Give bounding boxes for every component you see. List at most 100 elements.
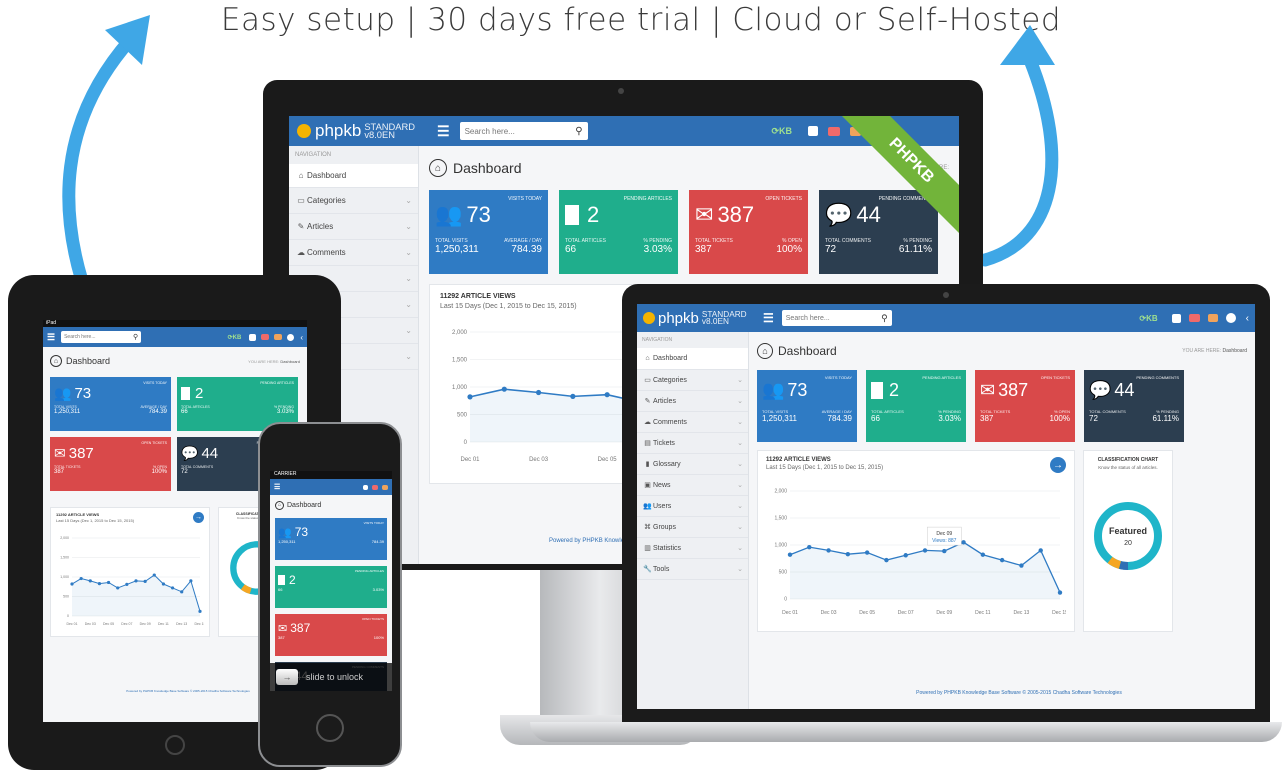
tile-label: PENDING COMMENTS xyxy=(878,196,932,202)
chevron-left-icon[interactable]: ‹ xyxy=(300,333,303,342)
tile-visits[interactable]: VISITS TODAY 👥 73 1,250,311 784.39 xyxy=(275,518,387,560)
sidebar-item-statistics[interactable]: ▥ Statistics ⌄ xyxy=(637,538,748,559)
sidebar-item-tools[interactable]: 🔧 Tools ⌄ xyxy=(637,559,748,580)
search-input[interactable]: Search here... ⚲ xyxy=(61,331,142,343)
breadcrumb: YOU ARE HERE: Dashboard xyxy=(1182,348,1247,354)
y-tick-label: 1,500 xyxy=(774,516,787,522)
alert-icon[interactable] xyxy=(249,333,257,341)
search-icon[interactable]: ⚲ xyxy=(575,126,582,137)
alert-icon[interactable] xyxy=(1171,313,1181,323)
donut-segment-orange xyxy=(240,584,252,594)
avatar[interactable] xyxy=(287,333,295,341)
data-point xyxy=(106,580,111,585)
tile-pending-articles[interactable]: PENDING ARTICLES 2 TOTAL ARTICLES % PENDI… xyxy=(866,370,966,442)
tile-open-tickets[interactable]: OPEN TICKETS ✉ 387 387 100% xyxy=(275,614,387,656)
mail-icon[interactable] xyxy=(372,484,378,490)
tile-open-tickets[interactable]: OPEN TICKETS ✉ 387 TOTAL TICKETS% OPEN 38… xyxy=(50,437,171,491)
search-input[interactable]: Search here... ⚲ xyxy=(781,310,892,326)
headline: Easy setup | 30 days free trial | Cloud … xyxy=(220,2,1062,38)
menu-icon[interactable]: ☰ xyxy=(437,123,450,140)
brand-version: STANDARD v8.0EN xyxy=(701,310,747,326)
tile-pending-articles[interactable]: PENDING ARTICLES 2 TOTAL ARTICLES % PENDI… xyxy=(559,190,678,274)
tile-sub-value: 387 xyxy=(695,244,712,255)
tile-sub-label: AVERAGE / DAY xyxy=(821,409,852,414)
tile-sub-label: AVERAGE / DAY xyxy=(140,405,167,409)
views-panel-subtitle: Last 15 Days (Dec 1, 2015 to Dec 15, 201… xyxy=(766,465,884,471)
arrow-right-circle-icon[interactable]: → xyxy=(193,512,204,523)
sidebar-item-articles[interactable]: ✎ Articles ⌄ xyxy=(637,391,748,412)
data-point xyxy=(1019,563,1024,568)
sidebar-item-articles[interactable]: ✎ Articles ⌄ xyxy=(289,214,418,240)
sidebar-item-categories[interactable]: ▭ Categories ⌄ xyxy=(637,370,748,391)
tile-sub-value: 66 xyxy=(278,587,283,592)
breadcrumb-prefix: YOU ARE HERE: xyxy=(248,358,280,364)
top-icons xyxy=(363,484,388,490)
home-button[interactable] xyxy=(165,735,185,755)
chevron-left-icon[interactable]: ‹ xyxy=(1246,313,1249,324)
comments-icon: 💬 xyxy=(825,202,853,227)
tile-value: 44 xyxy=(201,445,219,462)
tile-open-tickets[interactable]: OPEN TICKETS ✉ 387 TOTAL TICKETS% OPEN 38… xyxy=(689,190,808,274)
kb-button[interactable]: ⟳KB xyxy=(771,126,792,137)
message-icon[interactable] xyxy=(1207,314,1218,322)
alert-icon[interactable] xyxy=(808,126,818,136)
menu-icon[interactable]: ☰ xyxy=(274,483,280,491)
users-icon: 👥 xyxy=(762,380,785,400)
groups-icon: ⌘ xyxy=(644,524,651,531)
sidebar-item-glossary[interactable]: ▮ Glossary ⌄ xyxy=(637,454,748,475)
y-tick-label: 2,000 xyxy=(60,536,69,540)
users-icon: 👥 xyxy=(435,202,463,227)
brand-logo[interactable]: phpkb STANDARD v8.0EN xyxy=(643,310,755,327)
arrow-right-circle-icon[interactable]: → xyxy=(1050,457,1066,473)
kb-button[interactable]: ⟳KB xyxy=(1139,314,1157,323)
tile-pending-comments[interactable]: PENDING COMMENTS 💬44 TOTAL COMMENTS % PEN… xyxy=(819,190,938,274)
curved-arrow-left-icon xyxy=(62,15,150,310)
search-input[interactable]: Search here... ⚲ xyxy=(459,122,588,140)
tile-label: VISITS TODAY xyxy=(508,196,542,202)
sidebar-item-label: Articles xyxy=(653,397,676,405)
tile-label: PENDING ARTICLES xyxy=(623,196,672,202)
tile-pending-articles[interactable]: PENDING ARTICLES 2 66 3.03% xyxy=(275,566,387,608)
y-tick-label: 0 xyxy=(784,597,787,603)
sidebar-item-tickets[interactable]: ▤ Tickets ⌄ xyxy=(637,433,748,454)
logo-icon xyxy=(297,124,311,138)
mail-icon[interactable] xyxy=(1188,314,1200,322)
sidebar-item-dashboard[interactable]: ⌂ Dashboard xyxy=(289,164,418,188)
tile-sub-value: 387 xyxy=(278,635,285,640)
sidebar-item-users[interactable]: 👥 Users ⌄ xyxy=(637,496,748,517)
tile-pending-comments[interactable]: PENDING COMMENTS 💬44 TOTAL COMMENTS % PEN… xyxy=(1084,370,1184,442)
alert-icon[interactable] xyxy=(363,484,368,490)
tile-value: 387 xyxy=(290,621,311,635)
y-tick-label: 2,000 xyxy=(774,489,787,495)
data-point xyxy=(604,392,610,398)
mail-icon[interactable] xyxy=(828,126,840,136)
sidebar-item-groups[interactable]: ⌘ Groups ⌄ xyxy=(637,517,748,538)
chevron-down-icon: ⌄ xyxy=(405,274,412,283)
search-icon[interactable]: ⚲ xyxy=(881,313,888,324)
kb-button[interactable]: ⟳KB xyxy=(228,334,242,341)
tile-open-tickets[interactable]: OPEN TICKETS ✉ 387 TOTAL TICKETS% OPEN 38… xyxy=(975,370,1075,442)
menu-icon[interactable]: ☰ xyxy=(763,311,774,325)
curved-arrow-right-icon xyxy=(978,25,1059,267)
sidebar-item-comments[interactable]: ☁ Comments ⌄ xyxy=(637,412,748,433)
tile-visits[interactable]: VISITS TODAY 👥 73 TOTAL VISITS AVERAGE / D… xyxy=(757,370,857,442)
brand-version-number: v8.0EN xyxy=(701,317,729,326)
message-icon[interactable] xyxy=(274,334,283,340)
avatar[interactable] xyxy=(1225,313,1236,323)
phone-home-button[interactable] xyxy=(316,714,344,742)
sidebar-item-news[interactable]: ▣ News ⌄ xyxy=(637,475,748,496)
x-tick-label: Dec 01 xyxy=(460,457,480,463)
lock-slider[interactable]: → slide to unlock xyxy=(270,663,392,691)
tile-sub-value: 66 xyxy=(181,409,188,415)
brand-logo[interactable]: phpkb STANDARD v8.0EN xyxy=(297,121,427,141)
menu-icon[interactable]: ☰ xyxy=(47,332,55,343)
sidebar-item-categories[interactable]: ▭ Categories ⌄ xyxy=(289,188,418,214)
message-icon[interactable] xyxy=(382,484,388,490)
tile-visits[interactable]: VISITS TODAY 👥 73 TOTAL VISITS AVERAGE / D… xyxy=(50,377,171,431)
slider-arrow-icon[interactable]: → xyxy=(276,669,298,685)
sidebar-item-dashboard[interactable]: ⌂ Dashboard xyxy=(637,348,748,370)
search-icon[interactable]: ⚲ xyxy=(133,333,138,341)
sidebar-item-comments[interactable]: ☁ Comments ⌄ xyxy=(289,240,418,266)
tile-visits[interactable]: VISITS TODAY 👥 73 TOTAL VISITS AVERAGE / D… xyxy=(429,190,548,274)
mail-icon[interactable] xyxy=(261,334,270,340)
